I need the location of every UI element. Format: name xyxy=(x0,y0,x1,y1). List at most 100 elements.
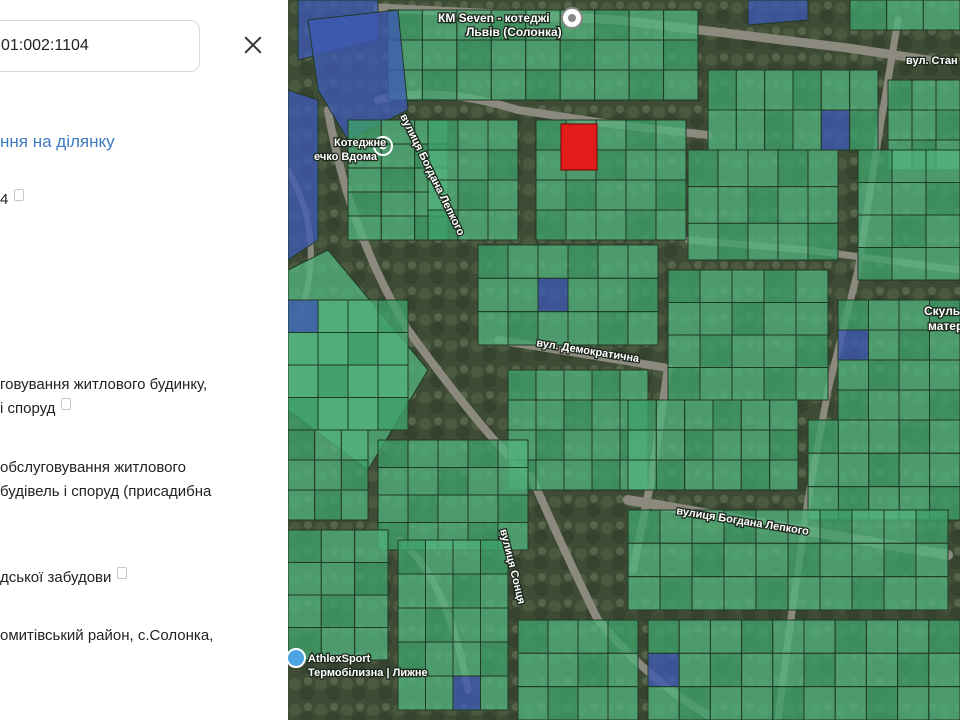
poi-label-vdoma-line2[interactable]: ечко Вдома xyxy=(313,150,379,165)
parcel[interactable] xyxy=(421,39,458,71)
parcel[interactable] xyxy=(684,399,714,431)
parcel[interactable] xyxy=(699,334,733,368)
parcel[interactable] xyxy=(731,302,765,336)
parcel[interactable] xyxy=(883,509,917,544)
parcel[interactable] xyxy=(699,367,733,401)
parcel[interactable] xyxy=(911,109,937,141)
parcel[interactable] xyxy=(627,399,657,431)
parcel[interactable] xyxy=(507,399,537,431)
parcel[interactable] xyxy=(563,429,593,461)
parcel[interactable] xyxy=(807,149,839,188)
parcel[interactable] xyxy=(851,576,885,611)
parcel[interactable] xyxy=(317,397,349,431)
parcel[interactable] xyxy=(792,69,822,111)
parcel[interactable] xyxy=(887,109,913,141)
parcel[interactable] xyxy=(480,607,509,643)
parcel[interactable] xyxy=(317,299,349,333)
parcel[interactable] xyxy=(627,576,661,611)
parcel[interactable] xyxy=(507,244,539,279)
parcel[interactable] xyxy=(747,186,779,224)
parcel[interactable] xyxy=(565,179,597,211)
parcel[interactable] xyxy=(928,619,960,654)
parcel[interactable] xyxy=(340,489,369,521)
parcel[interactable] xyxy=(563,399,593,431)
parcel[interactable] xyxy=(595,209,627,241)
parcel[interactable] xyxy=(525,69,561,101)
parcel[interactable] xyxy=(535,369,565,401)
parcel[interactable] xyxy=(288,594,322,628)
parcel[interactable] xyxy=(699,302,733,336)
parcel[interactable] xyxy=(883,542,917,578)
parcel[interactable] xyxy=(663,39,699,71)
parcel[interactable] xyxy=(480,641,509,677)
parcel[interactable] xyxy=(898,452,931,488)
parcel[interactable] xyxy=(678,652,711,688)
parcel[interactable] xyxy=(594,9,630,41)
parcel[interactable] xyxy=(891,214,927,248)
parcel[interactable] xyxy=(777,186,809,224)
parcel[interactable] xyxy=(347,299,379,333)
parcel[interactable] xyxy=(837,329,869,361)
parcel[interactable] xyxy=(667,269,701,303)
parcel[interactable] xyxy=(347,332,379,366)
parcel[interactable] xyxy=(691,576,725,611)
parcel[interactable] xyxy=(340,459,369,491)
parcel[interactable] xyxy=(659,542,693,578)
parcel[interactable] xyxy=(667,302,701,336)
parcel[interactable] xyxy=(663,9,699,41)
parcel[interactable] xyxy=(925,149,960,183)
parcel[interactable] xyxy=(834,652,867,688)
parcel[interactable] xyxy=(314,489,342,521)
parcel[interactable] xyxy=(763,367,797,401)
parcel[interactable] xyxy=(591,369,621,401)
parcel[interactable] xyxy=(347,167,382,193)
parcel[interactable] xyxy=(925,214,960,248)
parcel[interactable] xyxy=(898,419,931,454)
parcel[interactable] xyxy=(607,652,639,688)
parcel[interactable] xyxy=(868,299,900,331)
parcel[interactable] xyxy=(456,69,492,101)
parcel[interactable] xyxy=(627,429,657,461)
parcel[interactable] xyxy=(457,149,489,181)
parcel[interactable] xyxy=(655,459,686,491)
parcel[interactable] xyxy=(627,542,661,578)
parcel[interactable] xyxy=(857,247,893,281)
parcel[interactable] xyxy=(755,576,789,611)
close-icon[interactable] xyxy=(240,32,268,60)
parcel[interactable] xyxy=(929,419,960,454)
parcel[interactable] xyxy=(915,576,949,611)
parcel[interactable] xyxy=(354,529,389,563)
parcel[interactable] xyxy=(731,269,765,303)
parcel[interactable] xyxy=(591,429,621,461)
parcel[interactable] xyxy=(803,652,836,688)
parcel[interactable] xyxy=(535,459,565,491)
copy-icon[interactable] xyxy=(61,398,72,410)
parcel[interactable] xyxy=(627,311,659,346)
parcel[interactable] xyxy=(699,269,733,303)
parcel[interactable] xyxy=(487,149,519,181)
parcel[interactable] xyxy=(837,452,870,488)
parcel[interactable] xyxy=(717,222,749,261)
parcel[interactable] xyxy=(928,686,960,720)
parcel[interactable] xyxy=(507,277,539,313)
parcel[interactable] xyxy=(425,675,454,711)
parcel[interactable] xyxy=(709,619,743,654)
parcel[interactable] xyxy=(559,69,596,101)
parcel[interactable] xyxy=(772,686,805,720)
parcel[interactable] xyxy=(457,119,489,151)
parcel[interactable] xyxy=(480,675,509,711)
parcel[interactable] xyxy=(347,364,379,398)
map-canvas[interactable]: КМ Seven - котеджі Львів (Солонка) Котед… xyxy=(288,0,960,720)
parcel[interactable] xyxy=(925,247,960,281)
parcel[interactable] xyxy=(507,311,539,346)
parcel[interactable] xyxy=(535,209,567,241)
parcel[interactable] xyxy=(807,452,839,488)
parcel[interactable] xyxy=(452,539,481,575)
parcel[interactable] xyxy=(929,329,960,361)
parcel[interactable] xyxy=(655,179,687,211)
parcel[interactable] xyxy=(741,652,774,688)
parcel[interactable] xyxy=(628,39,665,71)
parcel[interactable] xyxy=(687,186,719,224)
parcel[interactable] xyxy=(288,529,322,563)
parcel[interactable] xyxy=(487,179,519,211)
